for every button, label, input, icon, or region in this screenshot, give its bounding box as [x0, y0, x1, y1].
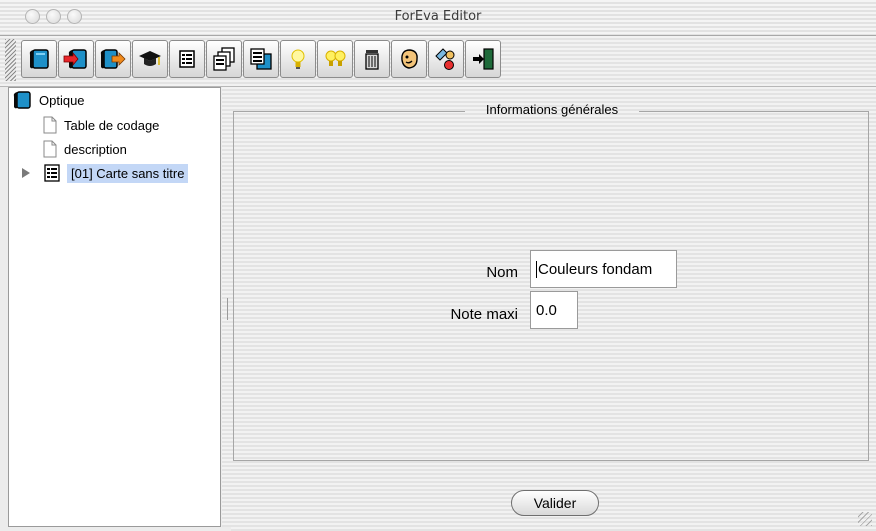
- graduation-cap-icon: [139, 51, 161, 66]
- tree-item-label: Table de codage: [64, 117, 160, 133]
- resize-handle[interactable]: [858, 512, 872, 526]
- toolbar-button-import[interactable]: [58, 40, 94, 78]
- document-icon: [43, 140, 57, 158]
- card-icon: [179, 50, 195, 68]
- toolbar-button-lightbulbs[interactable]: [317, 40, 353, 78]
- title-bar: ForEva Editor: [0, 0, 876, 36]
- trash-icon: [365, 50, 379, 70]
- lightbulbs-icon: [325, 50, 346, 66]
- book-icon: [13, 91, 31, 109]
- tree-root-label: Optique: [39, 92, 85, 108]
- cards-stack-icon: [213, 47, 235, 71]
- note-maxi-label: Note maxi: [450, 306, 518, 323]
- face-icon: [401, 49, 418, 69]
- document-icon: [43, 116, 57, 134]
- window-title: ForEva Editor: [394, 9, 482, 24]
- note-maxi-value: 0.0: [536, 301, 557, 319]
- tree-item-description[interactable]: description: [42, 138, 127, 160]
- tree-item-carte[interactable]: [01] Carte sans titre: [21, 162, 189, 184]
- tree-item-label-selected: [01] Carte sans titre: [67, 163, 189, 183]
- nom-field[interactable]: Couleurs fondam: [530, 250, 677, 288]
- tree-item-label: description: [64, 141, 127, 157]
- group-title: Informations générales: [485, 102, 619, 117]
- expand-triangle-icon[interactable]: [21, 167, 31, 179]
- book-export-icon: [100, 49, 126, 69]
- tree-item-table-de-codage[interactable]: Table de codage: [42, 114, 159, 136]
- toolbar-button-tools[interactable]: [428, 40, 464, 78]
- card-copy-icon: [250, 48, 272, 70]
- toolbar-button-lightbulb[interactable]: [280, 40, 316, 78]
- project-tree[interactable]: Optique Table de codage description [01]…: [8, 87, 221, 527]
- toolbar-button-book[interactable]: [21, 40, 57, 78]
- toolbar-button-exit[interactable]: [465, 40, 501, 78]
- group-border-right: [639, 111, 869, 112]
- book-icon: [29, 49, 49, 69]
- toolbar-grip[interactable]: [5, 39, 16, 81]
- text-caret: [536, 260, 537, 278]
- toolbar-button-face[interactable]: [391, 40, 427, 78]
- toolbar-button-card[interactable]: [169, 40, 205, 78]
- toolbar: [0, 36, 876, 87]
- nom-label: Nom: [486, 264, 518, 281]
- tools-icon: [435, 48, 455, 70]
- valider-button[interactable]: Valider: [511, 490, 599, 516]
- toolbar-button-card-copy[interactable]: [243, 40, 279, 78]
- card-icon: [44, 164, 60, 182]
- note-maxi-field[interactable]: 0.0: [530, 291, 578, 329]
- toolbar-button-trash[interactable]: [354, 40, 390, 78]
- toolbar-button-export[interactable]: [95, 40, 131, 78]
- group-border-left: [233, 111, 465, 112]
- book-import-icon: [63, 49, 87, 69]
- toolbar-button-graduation[interactable]: [132, 40, 168, 78]
- lightbulb-icon: [291, 49, 305, 69]
- exit-door-icon: [473, 48, 494, 70]
- toolbar-button-cards-stack[interactable]: [206, 40, 242, 78]
- tree-node-root[interactable]: Optique: [11, 89, 85, 111]
- nom-value: Couleurs fondam: [538, 260, 653, 278]
